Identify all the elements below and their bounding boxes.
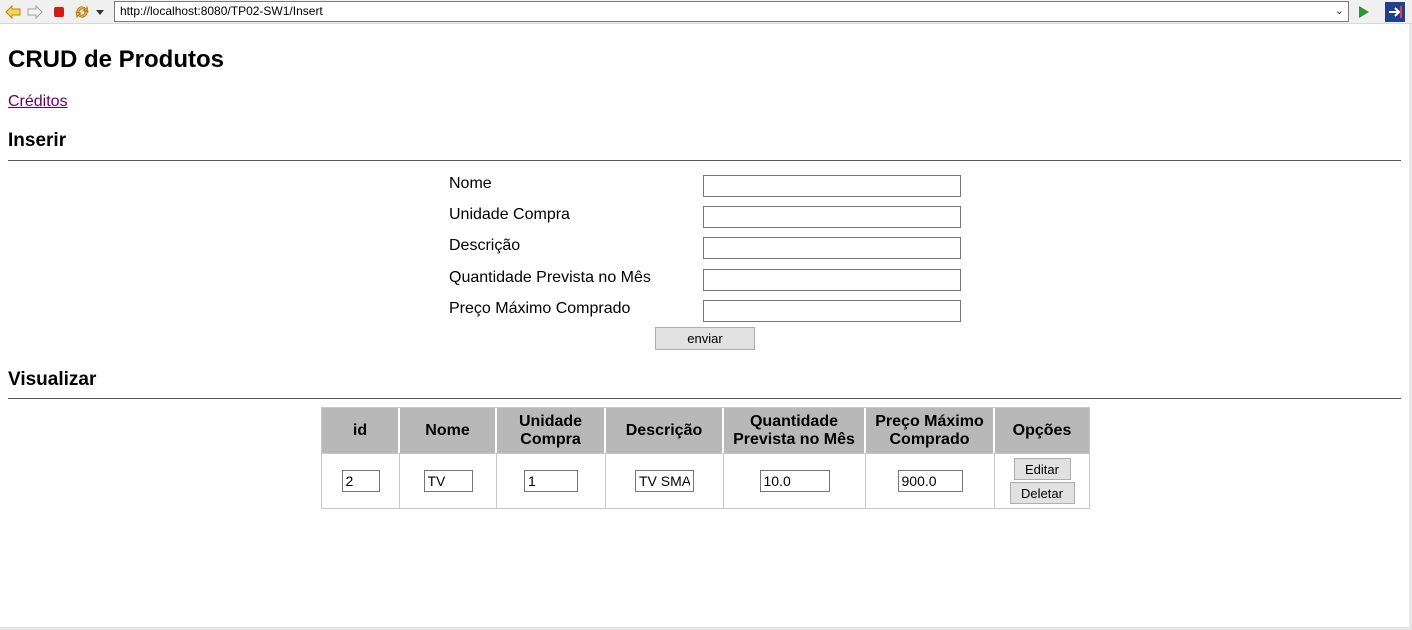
back-icon[interactable]	[4, 3, 22, 21]
col-header-descricao: Descrição	[606, 408, 724, 453]
forward-icon[interactable]	[26, 3, 44, 21]
col-header-id: id	[322, 408, 400, 453]
cell-unidade	[497, 453, 606, 508]
delete-button[interactable]: Deletar	[1009, 482, 1075, 504]
cell-id	[322, 453, 400, 508]
preco-input[interactable]	[703, 300, 961, 322]
page-title: CRUD de Produtos	[8, 46, 224, 73]
col-header-quantidade: Quantidade Prevista no Mês	[724, 408, 866, 453]
nome-label: Nome	[449, 175, 492, 192]
dropdown-icon[interactable]	[93, 3, 107, 21]
unidade-compra-input[interactable]	[703, 206, 961, 228]
form-row-preco: Preço Máximo Comprado	[449, 298, 969, 322]
descricao-input[interactable]	[703, 237, 961, 259]
table-row: Editar Deletar	[322, 453, 1089, 508]
address-bar[interactable]: http://localhost:8080/TP02-SW1/Insert ⌄	[114, 1, 1349, 22]
stop-icon[interactable]	[50, 3, 68, 21]
col-header-preco: Preço Máximo Comprado	[866, 408, 995, 453]
refresh-icon[interactable]	[73, 3, 91, 21]
submit-button[interactable]: enviar	[655, 327, 755, 350]
quantidade-input[interactable]	[703, 269, 961, 291]
view-heading: Visualizar	[8, 369, 97, 390]
form-row-nome: Nome	[449, 173, 969, 197]
cell-descricao	[606, 453, 724, 508]
row-unidade-input[interactable]	[524, 470, 578, 492]
row-quantidade-input[interactable]	[759, 470, 830, 492]
row-descricao-input[interactable]	[635, 470, 694, 492]
cell-preco	[866, 453, 995, 508]
form-row-unidade: Unidade Compra	[449, 204, 969, 228]
descricao-label: Descrição	[449, 237, 521, 254]
view-divider	[8, 398, 1401, 399]
browser-toolbar: http://localhost:8080/TP02-SW1/Insert ⌄	[0, 0, 1412, 24]
chevron-down-icon[interactable]: ⌄	[1335, 2, 1344, 21]
row-preco-input[interactable]	[897, 470, 963, 492]
insert-heading: Inserir	[8, 130, 67, 151]
external-browser-icon[interactable]	[1385, 2, 1405, 22]
col-header-unidade: Unidade Compra	[497, 408, 606, 453]
edit-button[interactable]: Editar	[1013, 458, 1071, 480]
row-nome-input[interactable]	[423, 470, 473, 492]
products-table: id Nome Unidade Compra Descrição Quantid…	[321, 407, 1090, 509]
unidade-compra-label: Unidade Compra	[449, 206, 570, 223]
row-id-input[interactable]	[341, 470, 380, 492]
cell-opcoes: Editar Deletar	[995, 453, 1089, 508]
form-row-descricao: Descrição	[449, 235, 969, 259]
address-url: http://localhost:8080/TP02-SW1/Insert	[120, 4, 323, 18]
credits-link[interactable]: Créditos	[8, 93, 68, 111]
go-icon[interactable]	[1355, 3, 1373, 21]
nome-input[interactable]	[703, 175, 961, 197]
col-header-opcoes: Opções	[995, 408, 1089, 453]
insert-divider	[8, 160, 1401, 161]
preco-label: Preço Máximo Comprado	[449, 300, 631, 317]
form-row-quantidade: Quantidade Prevista no Mês	[449, 267, 969, 291]
cell-quantidade	[724, 453, 866, 508]
quantidade-label: Quantidade Prevista no Mês	[449, 269, 651, 286]
table-header-row: id Nome Unidade Compra Descrição Quantid…	[322, 408, 1089, 453]
col-header-nome: Nome	[400, 408, 497, 453]
cell-nome	[400, 453, 497, 508]
